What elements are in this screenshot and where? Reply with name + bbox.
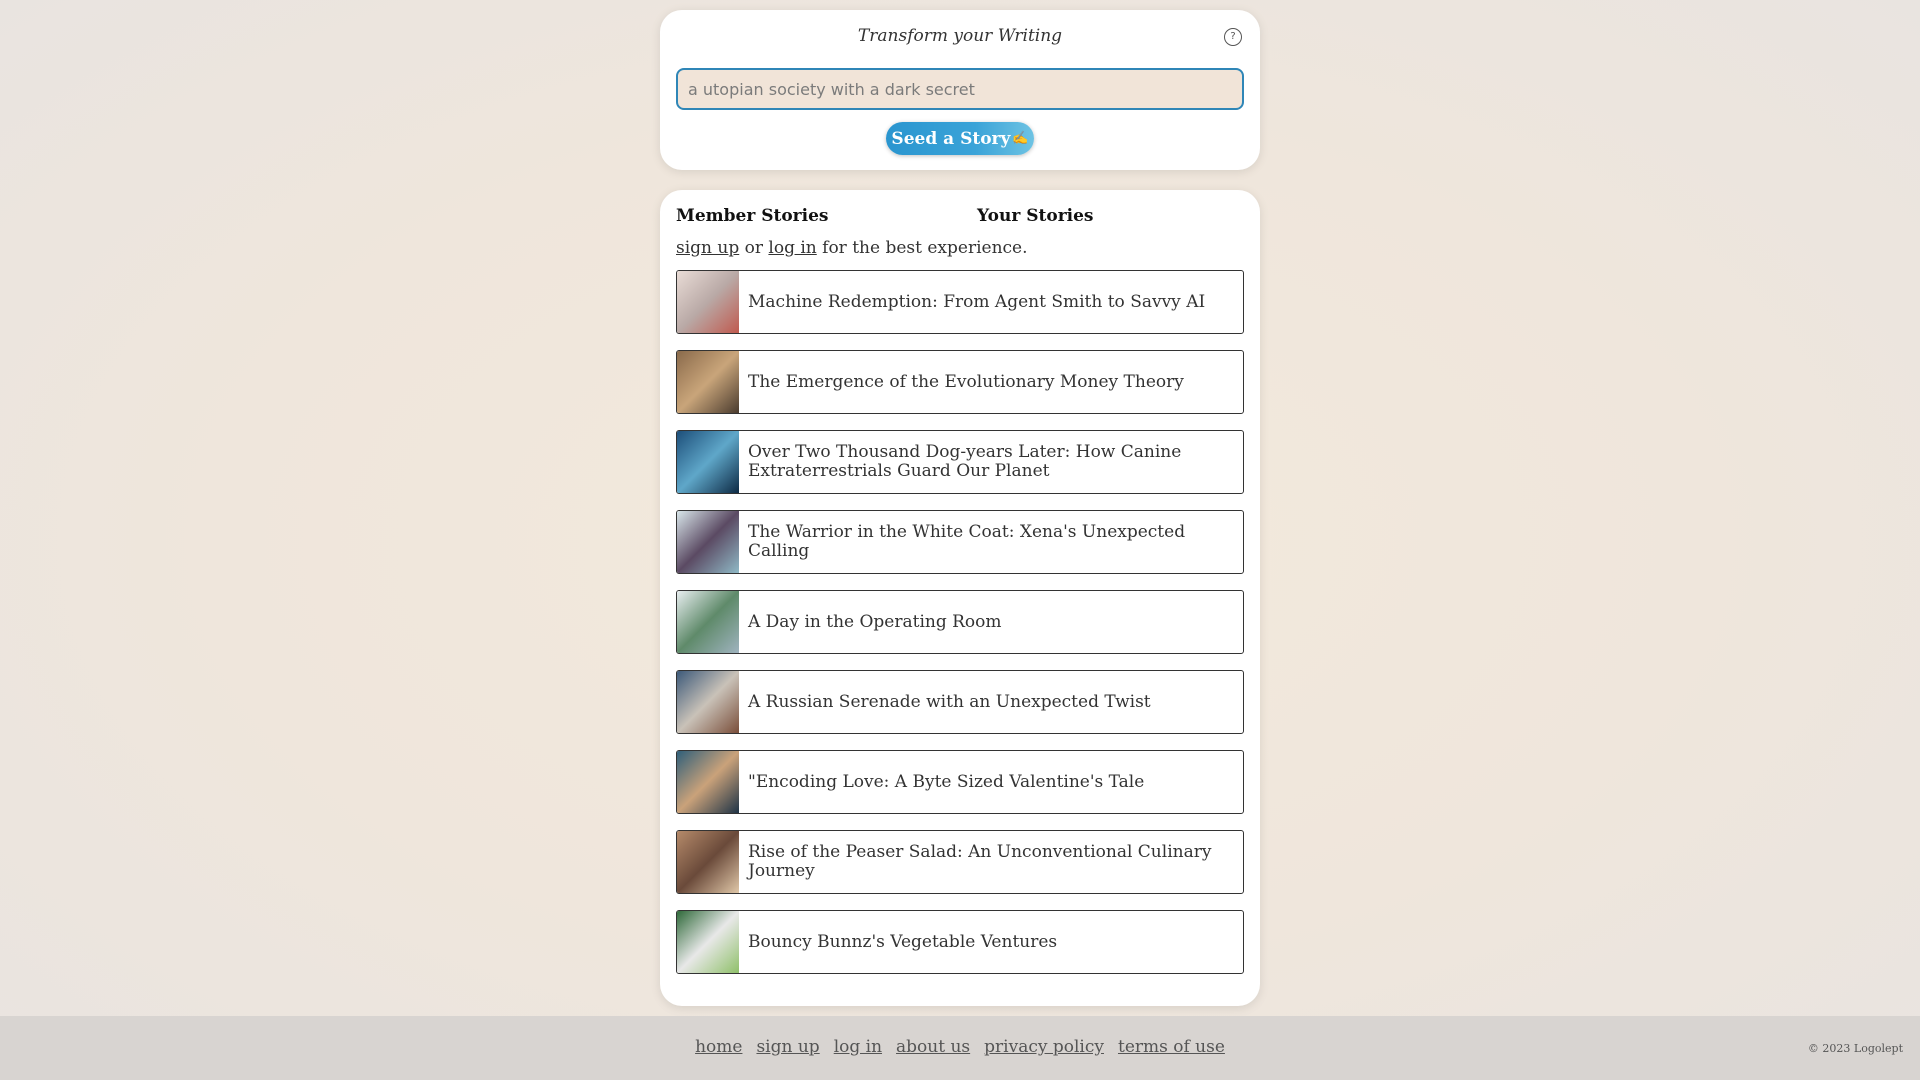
story-title: Bouncy Bunnz's Vegetable Ventures	[748, 931, 1058, 952]
footer-nav: home sign up log in about us privacy policy t…	[0, 1037, 1920, 1057]
story-thumbnail	[677, 831, 739, 893]
story-title: Over Two Thousand Dog-years Later: How C…	[748, 442, 1182, 481]
story-thumbnail	[677, 351, 739, 413]
tab-your-stories[interactable]: Your Stories	[977, 206, 1094, 226]
log-in-link[interactable]: log in	[768, 238, 816, 258]
story-title: A Russian Serenade with an Unexpected Tw…	[748, 691, 1151, 712]
footer-link-sign-up[interactable]: sign up	[756, 1037, 819, 1057]
story-seed-input[interactable]	[676, 68, 1244, 110]
signup-prompt: sign up or log in for the best experienc…	[676, 238, 1028, 258]
story-title: "Encoding Love: A Byte Sized Valentine's…	[748, 771, 1145, 792]
footer-link-terms-of-use[interactable]: terms of use	[1118, 1037, 1225, 1057]
story-list: Machine Redemption: From Agent Smith to …	[676, 270, 1244, 990]
story-thumbnail	[677, 911, 739, 973]
signup-or-text: or	[739, 238, 769, 258]
story-thumbnail	[677, 671, 739, 733]
story-item[interactable]: "Encoding Love: A Byte Sized Valentine's…	[676, 750, 1244, 814]
story-title: The Warrior in the White Coat: Xena's Un…	[748, 522, 1186, 561]
story-thumbnail	[677, 431, 739, 493]
footer-link-home[interactable]: home	[695, 1037, 742, 1057]
story-thumbnail	[677, 511, 739, 573]
story-item[interactable]: A Russian Serenade with an Unexpected Tw…	[676, 670, 1244, 734]
copyright: © 2023 Logolept	[1807, 1042, 1903, 1055]
story-item[interactable]: Machine Redemption: From Agent Smith to …	[676, 270, 1244, 334]
seed-title: Transform your Writing	[857, 26, 1063, 46]
story-item[interactable]: Bouncy Bunnz's Vegetable Ventures	[676, 910, 1244, 974]
footer-link-about-us[interactable]: about us	[896, 1037, 970, 1057]
story-item[interactable]: Rise of the Peaser Salad: An Unconventio…	[676, 830, 1244, 894]
stories-panel: Member Stories Your Stories sign up or l…	[660, 190, 1260, 1006]
seed-a-story-button[interactable]: Seed a Story ✍	[886, 122, 1034, 155]
story-title: A Day in the Operating Room	[748, 611, 1002, 632]
sign-up-link[interactable]: sign up	[676, 238, 739, 258]
story-item[interactable]: The Emergence of the Evolutionary Money …	[676, 350, 1244, 414]
tab-member-stories[interactable]: Member Stories	[676, 206, 828, 226]
signup-suffix-text: for the best experience.	[816, 238, 1028, 258]
story-title: Machine Redemption: From Agent Smith to …	[748, 291, 1206, 312]
story-thumbnail	[677, 271, 739, 333]
seed-button-label: Seed a Story	[891, 128, 1011, 149]
help-icon[interactable]: ?	[1224, 28, 1242, 46]
story-thumbnail	[677, 751, 739, 813]
story-title: Rise of the Peaser Salad: An Unconventio…	[748, 842, 1212, 881]
pencil-icon: ✍	[1012, 131, 1029, 146]
story-item[interactable]: The Warrior in the White Coat: Xena's Un…	[676, 510, 1244, 574]
story-title: The Emergence of the Evolutionary Money …	[748, 371, 1184, 392]
footer-link-privacy-policy[interactable]: privacy policy	[984, 1037, 1104, 1057]
seed-story-panel: Transform your Writing ? Seed a Story✍	[660, 10, 1260, 170]
footer-link-log-in[interactable]: log in	[834, 1037, 882, 1057]
footer: home sign up log in about us privacy policy t…	[0, 1016, 1920, 1080]
story-item[interactable]: A Day in the Operating Room	[676, 590, 1244, 654]
story-item[interactable]: Over Two Thousand Dog-years Later: How C…	[676, 430, 1244, 494]
story-thumbnail	[677, 591, 739, 653]
